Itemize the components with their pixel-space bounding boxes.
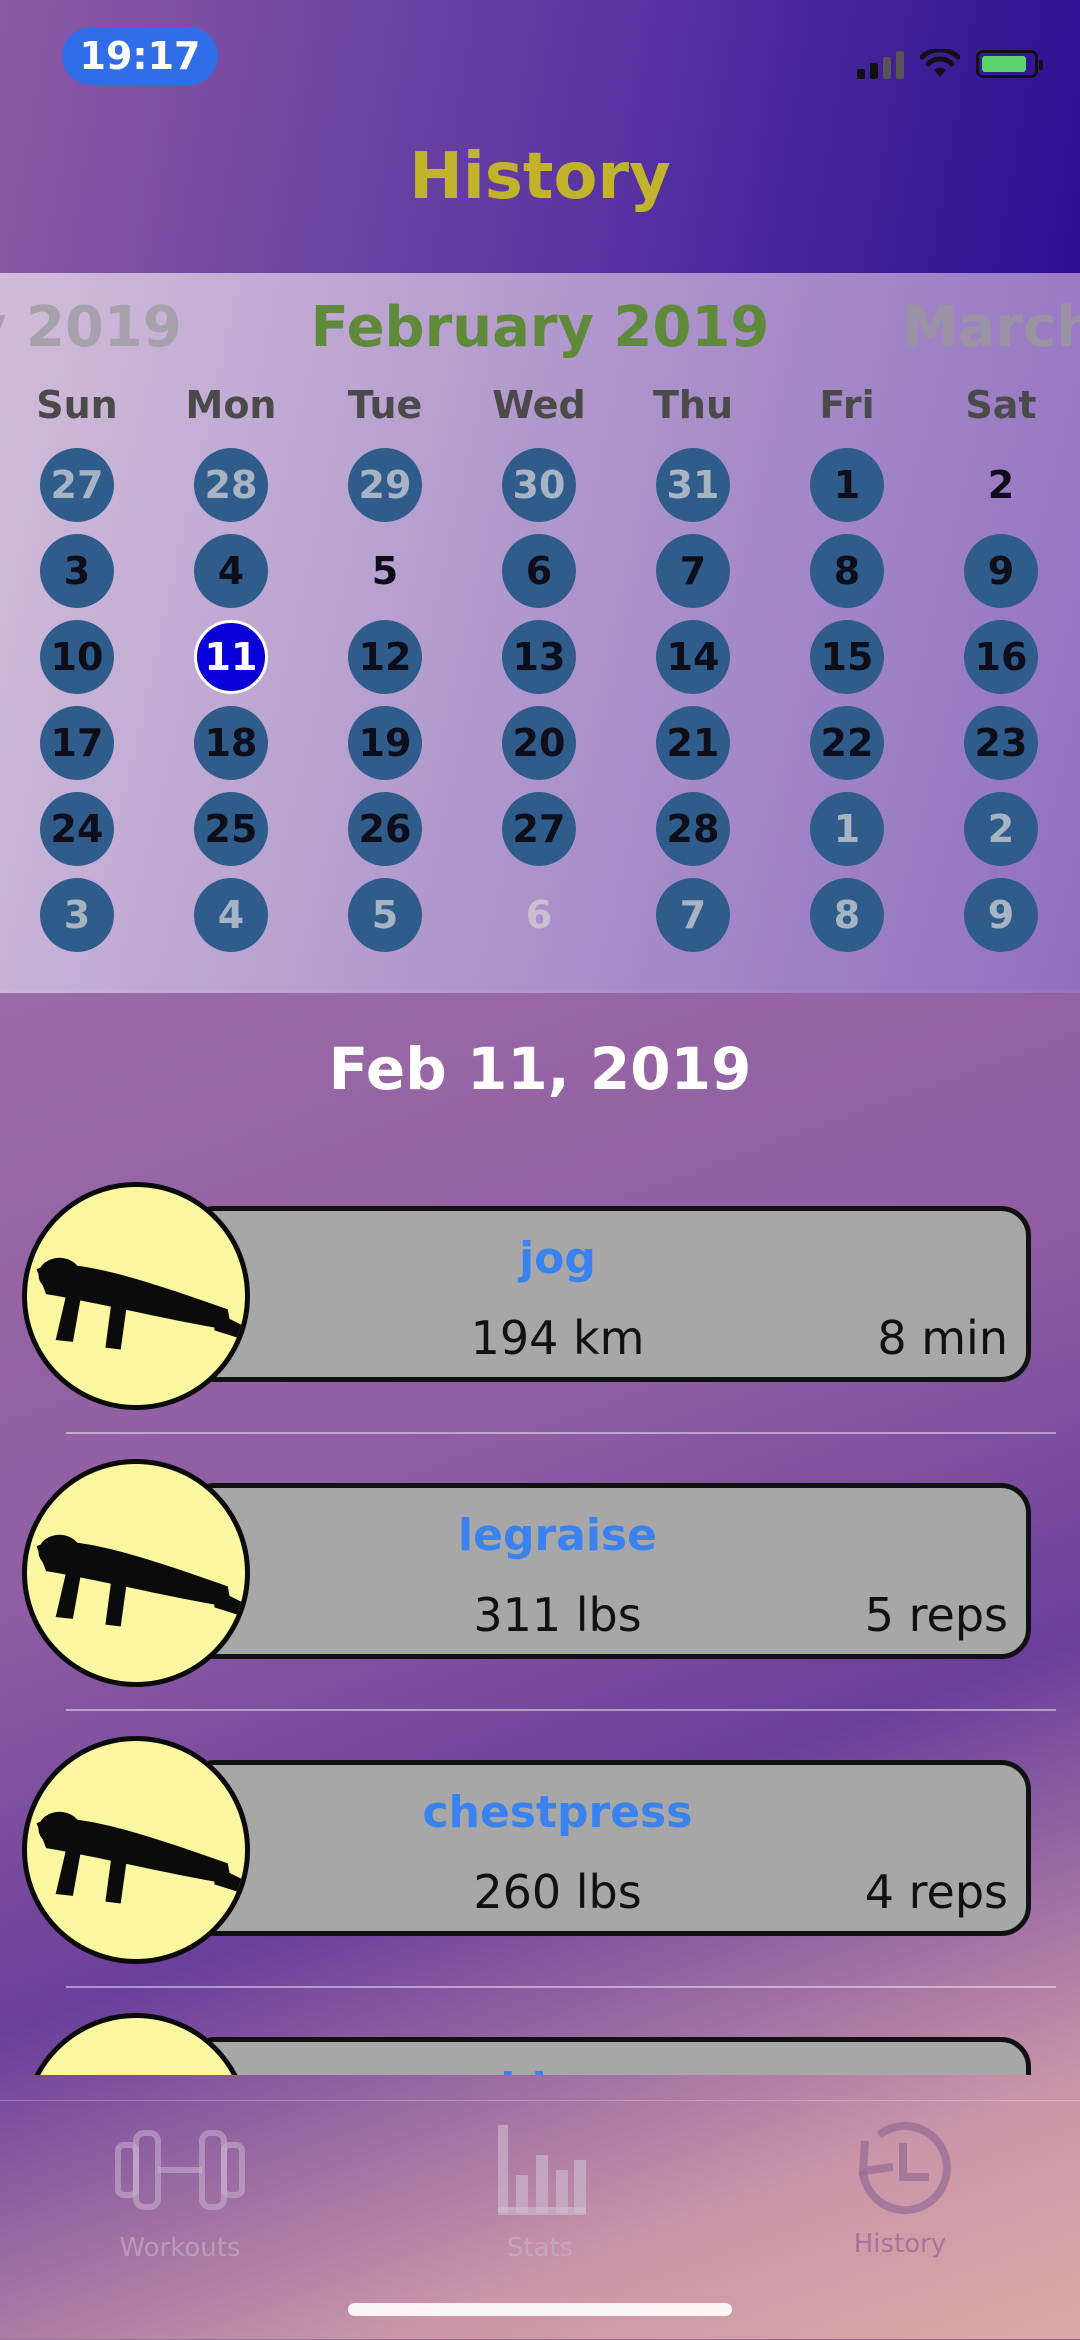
calendar-day[interactable]: 9 bbox=[964, 534, 1038, 608]
calendar-day[interactable]: 16 bbox=[964, 620, 1038, 694]
calendar-day[interactable]: 28 bbox=[656, 792, 730, 866]
workout-card[interactable]: chestpress 260 lbs 4 reps bbox=[185, 1760, 1031, 1936]
calendar-day[interactable]: 6 bbox=[502, 878, 576, 952]
calendar-day[interactable]: 25 bbox=[194, 792, 268, 866]
calendar-day[interactable]: 21 bbox=[656, 706, 730, 780]
home-indicator bbox=[348, 2303, 732, 2316]
calendar-day[interactable]: 14 bbox=[656, 620, 730, 694]
workout-card[interactable]: chinup bbox=[185, 2037, 1031, 2075]
exercise-amount: 311 lbs bbox=[473, 1588, 642, 1642]
calendar-day[interactable]: 30 bbox=[502, 448, 576, 522]
history-clock-icon bbox=[858, 2122, 951, 2215]
calendar-day[interactable]: 19 bbox=[348, 706, 422, 780]
list-separator bbox=[66, 1709, 1056, 1711]
calendar-day[interactable]: 8 bbox=[810, 534, 884, 608]
calendar-day[interactable]: 26 bbox=[348, 792, 422, 866]
calendar-day-selected[interactable]: 11 bbox=[194, 620, 268, 694]
month-scroller[interactable]: y 2019 February 2019 March bbox=[0, 295, 1080, 365]
calendar-day[interactable]: 3 bbox=[40, 534, 114, 608]
calendar-day[interactable]: 15 bbox=[810, 620, 884, 694]
workout-item[interactable]: legraise 311 lbs 5 reps bbox=[0, 1447, 1080, 1711]
list-separator bbox=[66, 1986, 1056, 1988]
calendar-day[interactable]: 29 bbox=[348, 448, 422, 522]
dumbbell-icon bbox=[115, 2130, 245, 2210]
exercise-name: chinup bbox=[190, 2064, 925, 2075]
bar-chart-icon bbox=[498, 2125, 586, 2215]
pushup-silhouette-icon bbox=[22, 1736, 250, 1964]
weekday-label: Wed bbox=[492, 383, 586, 427]
selected-date-heading: Feb 11, 2019 bbox=[328, 1035, 752, 1103]
calendar-day[interactable]: 17 bbox=[40, 706, 114, 780]
calendar-day[interactable]: 6 bbox=[502, 534, 576, 608]
list-separator bbox=[66, 1432, 1056, 1434]
calendar-day[interactable]: 7 bbox=[656, 878, 730, 952]
workout-list[interactable]: jog 194 km 8 min legraise 311 lbs 5 reps chest… bbox=[0, 1170, 1080, 2075]
next-month-label[interactable]: March bbox=[902, 295, 1080, 360]
calendar-day[interactable]: 27 bbox=[502, 792, 576, 866]
calendar-day[interactable]: 12 bbox=[348, 620, 422, 694]
pushup-silhouette-icon bbox=[22, 1182, 250, 1410]
pushup-silhouette-icon bbox=[22, 2013, 250, 2075]
calendar-day[interactable]: 2 bbox=[964, 448, 1038, 522]
weekday-label: Tue bbox=[347, 383, 423, 427]
workout-item[interactable]: chinup bbox=[0, 2001, 1080, 2075]
workout-item[interactable]: jog 194 km 8 min bbox=[0, 1170, 1080, 1434]
exercise-name: chestpress bbox=[422, 1787, 693, 1838]
weekday-label: Thu bbox=[652, 383, 734, 427]
calendar-day[interactable]: 1 bbox=[810, 792, 884, 866]
calendar-day[interactable]: 10 bbox=[40, 620, 114, 694]
tab-history[interactable]: History bbox=[750, 2101, 1050, 2259]
tab-workouts[interactable]: Workouts bbox=[30, 2101, 330, 2263]
calendar-day[interactable]: 22 bbox=[810, 706, 884, 780]
exercise-name: jog bbox=[519, 1233, 596, 1284]
calendar-day[interactable]: 5 bbox=[348, 534, 422, 608]
calendar-day[interactable]: 24 bbox=[40, 792, 114, 866]
calendar-day[interactable]: 4 bbox=[194, 534, 268, 608]
tab-stats[interactable]: Stats bbox=[390, 2101, 690, 2263]
workout-card[interactable]: legraise 311 lbs 5 reps bbox=[185, 1483, 1031, 1659]
calendar-day[interactable]: 28 bbox=[194, 448, 268, 522]
status-time: 19:17 bbox=[62, 27, 218, 85]
calendar-day[interactable]: 7 bbox=[656, 534, 730, 608]
calendar-day[interactable]: 8 bbox=[810, 878, 884, 952]
calendar-day[interactable]: 20 bbox=[502, 706, 576, 780]
calendar: y 2019 February 2019 March Sun Mon Tue Wed T… bbox=[0, 273, 1080, 993]
weekday-label: Fri bbox=[819, 383, 875, 427]
calendar-day[interactable]: 27 bbox=[40, 448, 114, 522]
calendar-day[interactable]: 4 bbox=[194, 878, 268, 952]
tab-stats-label: Stats bbox=[506, 2233, 574, 2263]
calendar-day[interactable]: 31 bbox=[656, 448, 730, 522]
calendar-day[interactable]: 5 bbox=[348, 878, 422, 952]
exercise-count: 5 reps bbox=[864, 1588, 1008, 1642]
weekday-label: Sun bbox=[36, 383, 118, 427]
calendar-day[interactable]: 13 bbox=[502, 620, 576, 694]
weekday-label: Mon bbox=[185, 383, 277, 427]
cellular-signal-icon bbox=[857, 49, 904, 79]
calendar-day[interactable]: 3 bbox=[40, 878, 114, 952]
exercise-name: legraise bbox=[458, 1510, 657, 1561]
wifi-icon bbox=[920, 49, 960, 77]
status-icons bbox=[857, 44, 1043, 84]
exercise-amount: 260 lbs bbox=[473, 1865, 642, 1919]
pushup-silhouette-icon bbox=[22, 1459, 250, 1687]
calendar-day[interactable]: 23 bbox=[964, 706, 1038, 780]
tab-history-label: History bbox=[853, 2229, 947, 2259]
exercise-amount: 194 km bbox=[470, 1311, 645, 1365]
exercise-count: 8 min bbox=[877, 1311, 1008, 1365]
calendar-day[interactable]: 1 bbox=[810, 448, 884, 522]
workout-card[interactable]: jog 194 km 8 min bbox=[185, 1206, 1031, 1382]
page-title: History bbox=[409, 140, 671, 214]
calendar-day[interactable]: 9 bbox=[964, 878, 1038, 952]
calendar-day[interactable]: 2 bbox=[964, 792, 1038, 866]
workout-item[interactable]: chestpress 260 lbs 4 reps bbox=[0, 1724, 1080, 1988]
tab-workouts-label: Workouts bbox=[119, 2233, 241, 2263]
weekday-label: Sat bbox=[965, 383, 1037, 427]
weekday-header: Sun Mon Tue Wed Thu Fri Sat bbox=[0, 383, 1080, 433]
exercise-count: 4 reps bbox=[864, 1865, 1008, 1919]
calendar-day[interactable]: 18 bbox=[194, 706, 268, 780]
battery-icon bbox=[976, 50, 1043, 78]
